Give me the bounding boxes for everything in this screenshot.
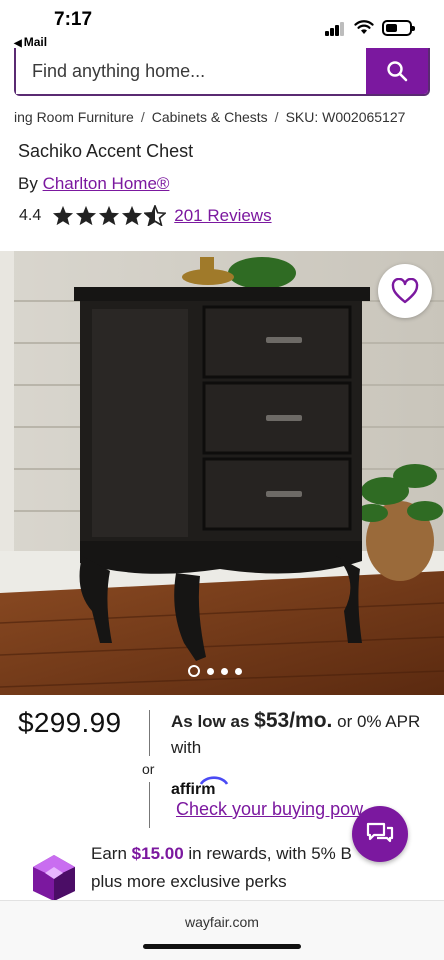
brand-prefix: By — [18, 174, 38, 193]
brand-link[interactable]: Charlton Home® — [43, 174, 170, 193]
star-rating — [52, 205, 167, 226]
status-bar: 7:17 ◀ Mail — [0, 0, 444, 52]
breadcrumb-sku: SKU: W002065127 — [285, 109, 406, 125]
breadcrumb-item-living-room-furniture[interactable]: ing Room Furniture — [14, 109, 134, 125]
as-low-as-label: As low as — [171, 712, 250, 731]
browser-url[interactable]: wayfair.com — [0, 914, 444, 930]
star-icon — [76, 205, 97, 226]
or-label: or — [142, 761, 155, 777]
reviews-link[interactable]: 201 Reviews — [174, 206, 271, 226]
home-indicator[interactable] — [143, 944, 301, 949]
breadcrumb-separator: / — [274, 109, 279, 125]
product-photo — [0, 251, 444, 695]
back-app-label: Mail — [23, 35, 48, 49]
rewards-promo: Earn $15.00 in rewards, with 5% B plus m… — [91, 840, 421, 896]
search-icon — [387, 61, 408, 82]
breadcrumb-item-cabinets-chests[interactable]: Cabinets & Chests — [152, 109, 268, 125]
star-icon — [122, 205, 143, 226]
carousel-dot-active[interactable] — [188, 665, 200, 677]
favorite-button[interactable] — [378, 264, 432, 318]
heart-icon — [391, 278, 419, 304]
breadcrumb-separator: / — [140, 109, 145, 125]
rewards-earn-label: Earn — [91, 844, 127, 863]
search-button[interactable] — [366, 48, 428, 94]
product-price: $299.99 — [18, 707, 122, 738]
carousel-dot[interactable] — [207, 667, 214, 675]
battery-icon — [382, 20, 415, 36]
rewards-text: in rewards, with 5% B — [188, 844, 352, 863]
rating-value: 4.4 — [19, 206, 42, 224]
star-icon — [53, 205, 74, 226]
rewards-perks-text: plus more exclusive perks — [91, 872, 287, 891]
monthly-payment: $53/mo. — [254, 709, 333, 732]
product-title: Sachiko Accent Chest — [18, 141, 194, 161]
rating-row: 4.4 201 Reviews — [19, 205, 272, 226]
breadcrumb: ing Room Furniture / Cabinets & Chests / SKU… — [14, 109, 444, 125]
carousel-dot[interactable] — [235, 667, 242, 675]
check-buying-power-link[interactable]: Check your buying pow — [176, 799, 381, 820]
affirm-logo: affirm — [171, 776, 229, 798]
rewards-gem-icon — [33, 855, 75, 901]
price-divider — [149, 782, 150, 828]
status-time: 7:17 — [54, 9, 93, 30]
product-image-carousel[interactable] — [0, 251, 444, 695]
carousel-dots — [188, 665, 242, 677]
rewards-amount: $15.00 — [131, 844, 184, 863]
carousel-dot[interactable] — [221, 667, 228, 675]
wifi-icon — [354, 20, 374, 34]
search-bar — [14, 48, 430, 96]
half-star-icon — [144, 205, 167, 226]
financing-info: As low as $53/mo. or 0% APR with — [171, 708, 436, 761]
star-icon — [99, 205, 120, 226]
back-to-mail-button[interactable]: ◀ Mail — [14, 35, 47, 49]
cellular-signal-icon — [325, 22, 345, 36]
browser-bottom-bar — [0, 900, 444, 960]
brand-line: By Charlton Home® — [18, 174, 169, 194]
search-input[interactable] — [16, 48, 366, 94]
affirm-logo-text: affirm — [171, 781, 215, 798]
price-divider — [149, 710, 150, 756]
